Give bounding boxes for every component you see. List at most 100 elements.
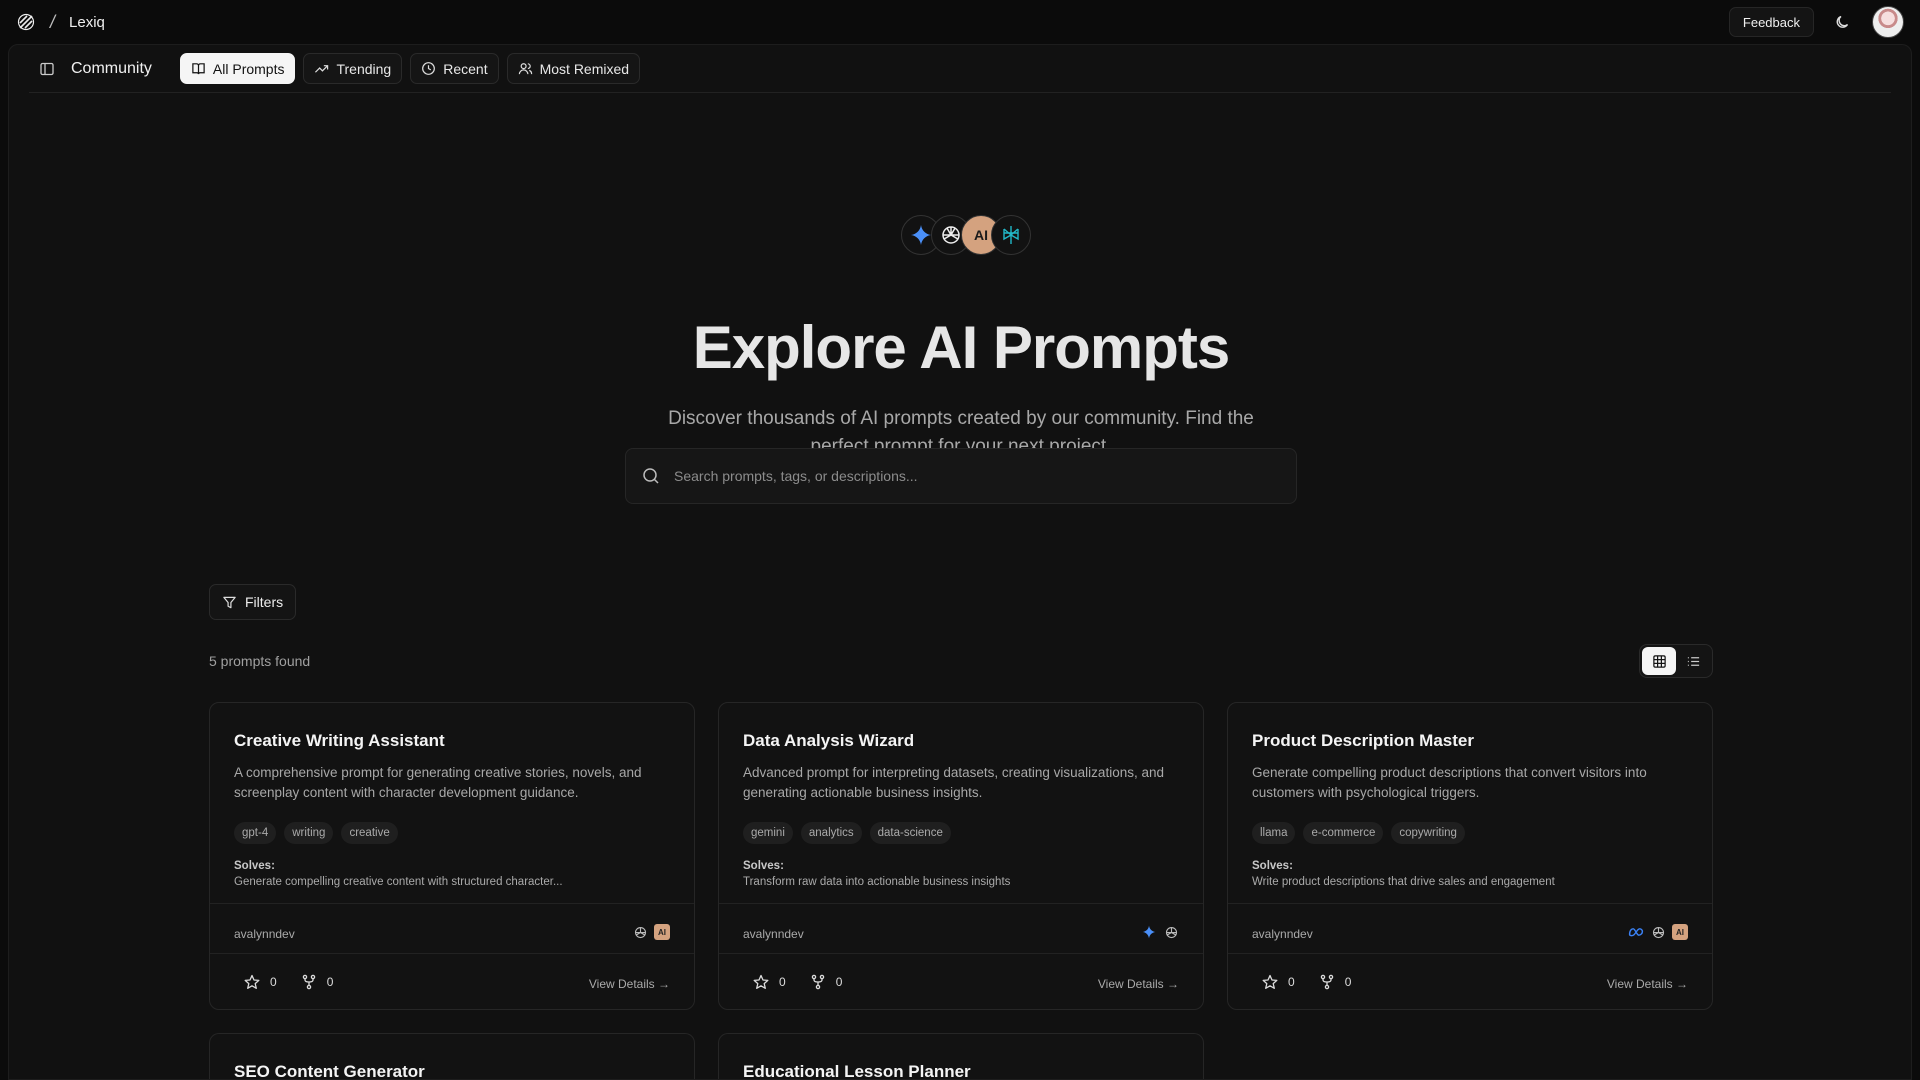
card-model-icons — [1141, 924, 1179, 940]
solves-label: Solves: — [743, 860, 784, 872]
search-bar[interactable] — [625, 448, 1297, 504]
tag[interactable]: creative — [341, 822, 398, 844]
feedback-button[interactable]: Feedback — [1728, 7, 1814, 37]
star-icon — [753, 974, 769, 989]
remix-count: 0 — [1344, 975, 1352, 989]
card-model-icons: AI — [1628, 924, 1688, 940]
remix-count: 0 — [835, 975, 843, 989]
users-icon — [518, 63, 532, 75]
divider — [719, 903, 1203, 904]
filter-icon — [223, 596, 236, 608]
tab-all-prompts[interactable]: All Prompts — [179, 53, 296, 84]
remix-button[interactable]: 0 — [1319, 974, 1352, 990]
model-icons-group: AI — [901, 215, 1031, 255]
card-title[interactable]: Educational Lesson Planner — [743, 1062, 971, 1079]
tab-label: Trending — [336, 60, 392, 77]
view-details-link[interactable]: View Details → — [589, 977, 670, 991]
list-icon — [1687, 656, 1699, 666]
tag[interactable]: analytics — [800, 822, 862, 844]
anthropic-icon: AI — [1672, 924, 1688, 940]
card-description: Generate compelling product descriptions… — [1252, 765, 1647, 800]
star-count: 0 — [1288, 975, 1295, 989]
prompt-card[interactable]: SEO Content Generator — [209, 1033, 695, 1079]
prompt-card[interactable]: Educational Lesson Planner — [718, 1033, 1204, 1079]
author-name[interactable]: avalynndev — [743, 927, 804, 941]
tag[interactable]: gpt-4 — [234, 822, 277, 844]
openai-icon — [1650, 924, 1666, 940]
section-title: Community — [71, 59, 152, 77]
tab-label: All Prompts — [212, 60, 285, 77]
app-name[interactable]: Lexiq — [69, 14, 105, 31]
openai-icon — [1163, 924, 1179, 940]
card-title[interactable]: SEO Content Generator — [234, 1062, 425, 1079]
star-button[interactable]: 0 — [753, 974, 786, 990]
card-description: Advanced prompt for interpreting dataset… — [743, 765, 1164, 800]
card-stats: 0 0 — [1262, 974, 1375, 990]
tab-recent[interactable]: Recent — [410, 53, 499, 84]
tag[interactable]: llama — [1252, 822, 1296, 844]
remix-button[interactable]: 0 — [301, 974, 334, 990]
main-panel: Community All Prompts Trending Recent Mo… — [8, 44, 1912, 1080]
prompt-card[interactable]: Data Analysis Wizard Advanced prompt for… — [718, 702, 1204, 1010]
star-icon — [1262, 974, 1278, 989]
card-title[interactable]: Product Description Master — [1252, 731, 1474, 751]
card-description: A comprehensive prompt for generating cr… — [234, 765, 642, 800]
card-stats: 0 0 — [753, 974, 866, 990]
tag[interactable]: gemini — [743, 822, 793, 844]
tab-label: Most Remixed — [539, 60, 630, 77]
tab-trending[interactable]: Trending — [303, 53, 403, 84]
star-icon — [244, 974, 260, 989]
tag[interactable]: copywriting — [1391, 822, 1465, 844]
solves-text: Generate compelling creative content wit… — [234, 876, 563, 888]
sidebar-toggle-button[interactable] — [33, 55, 61, 83]
view-details-link[interactable]: View Details → — [1098, 977, 1179, 991]
divider — [210, 903, 694, 904]
star-button[interactable]: 0 — [244, 974, 277, 990]
search-input[interactable] — [674, 468, 1234, 484]
remix-count: 0 — [326, 975, 334, 989]
book-icon — [192, 63, 205, 75]
author-name[interactable]: avalynndev — [234, 927, 295, 941]
openai-icon — [632, 924, 648, 940]
grid-icon — [1652, 654, 1666, 668]
tag-list: gemini analytics data-science — [743, 822, 951, 844]
divider — [1228, 903, 1712, 904]
prompt-card[interactable]: Product Description Master Generate comp… — [1227, 702, 1713, 1010]
remix-button[interactable]: 0 — [810, 974, 843, 990]
tag[interactable]: writing — [284, 822, 334, 844]
grid-view-button[interactable] — [1642, 647, 1676, 675]
prompt-card[interactable]: Creative Writing Assistant A comprehensi… — [209, 702, 695, 1010]
tag[interactable]: data-science — [869, 822, 951, 844]
moon-icon — [1836, 15, 1849, 28]
app-logo-icon[interactable] — [16, 12, 36, 32]
sub-navigation: Community All Prompts Trending Recent Mo… — [29, 45, 1891, 93]
author-name[interactable]: avalynndev — [1252, 927, 1313, 941]
anthropic-icon: AI — [654, 924, 670, 940]
view-details-link[interactable]: View Details → — [1607, 977, 1688, 991]
tab-most-remixed[interactable]: Most Remixed — [506, 53, 641, 84]
trending-icon — [315, 65, 329, 73]
tag[interactable]: e-commerce — [1303, 822, 1384, 844]
user-avatar[interactable] — [1872, 6, 1904, 38]
fork-icon — [302, 974, 315, 990]
card-model-icons: AI — [632, 924, 670, 940]
filters-label: Filters — [245, 594, 284, 610]
gemini-icon — [1141, 924, 1157, 940]
search-icon — [643, 468, 659, 484]
card-title[interactable]: Data Analysis Wizard — [743, 731, 914, 751]
filters-button[interactable]: Filters — [209, 584, 297, 620]
divider — [1228, 953, 1712, 954]
star-button[interactable]: 0 — [1262, 974, 1295, 990]
card-title[interactable]: Creative Writing Assistant — [234, 731, 445, 751]
page-title: Explore AI Prompts — [692, 314, 1231, 381]
top-bar: / Lexiq Feedback — [0, 0, 1920, 44]
theme-toggle-button[interactable] — [1828, 7, 1858, 37]
view-mode-toggle — [1639, 644, 1713, 678]
sidebar-icon — [40, 62, 54, 75]
tag-list: gpt-4 writing creative — [234, 822, 398, 844]
perplexity-icon — [991, 215, 1031, 255]
clock-icon — [422, 62, 436, 75]
list-view-button[interactable] — [1676, 647, 1710, 675]
solves-text: Write product descriptions that drive sa… — [1252, 876, 1555, 888]
meta-icon — [1628, 924, 1644, 940]
